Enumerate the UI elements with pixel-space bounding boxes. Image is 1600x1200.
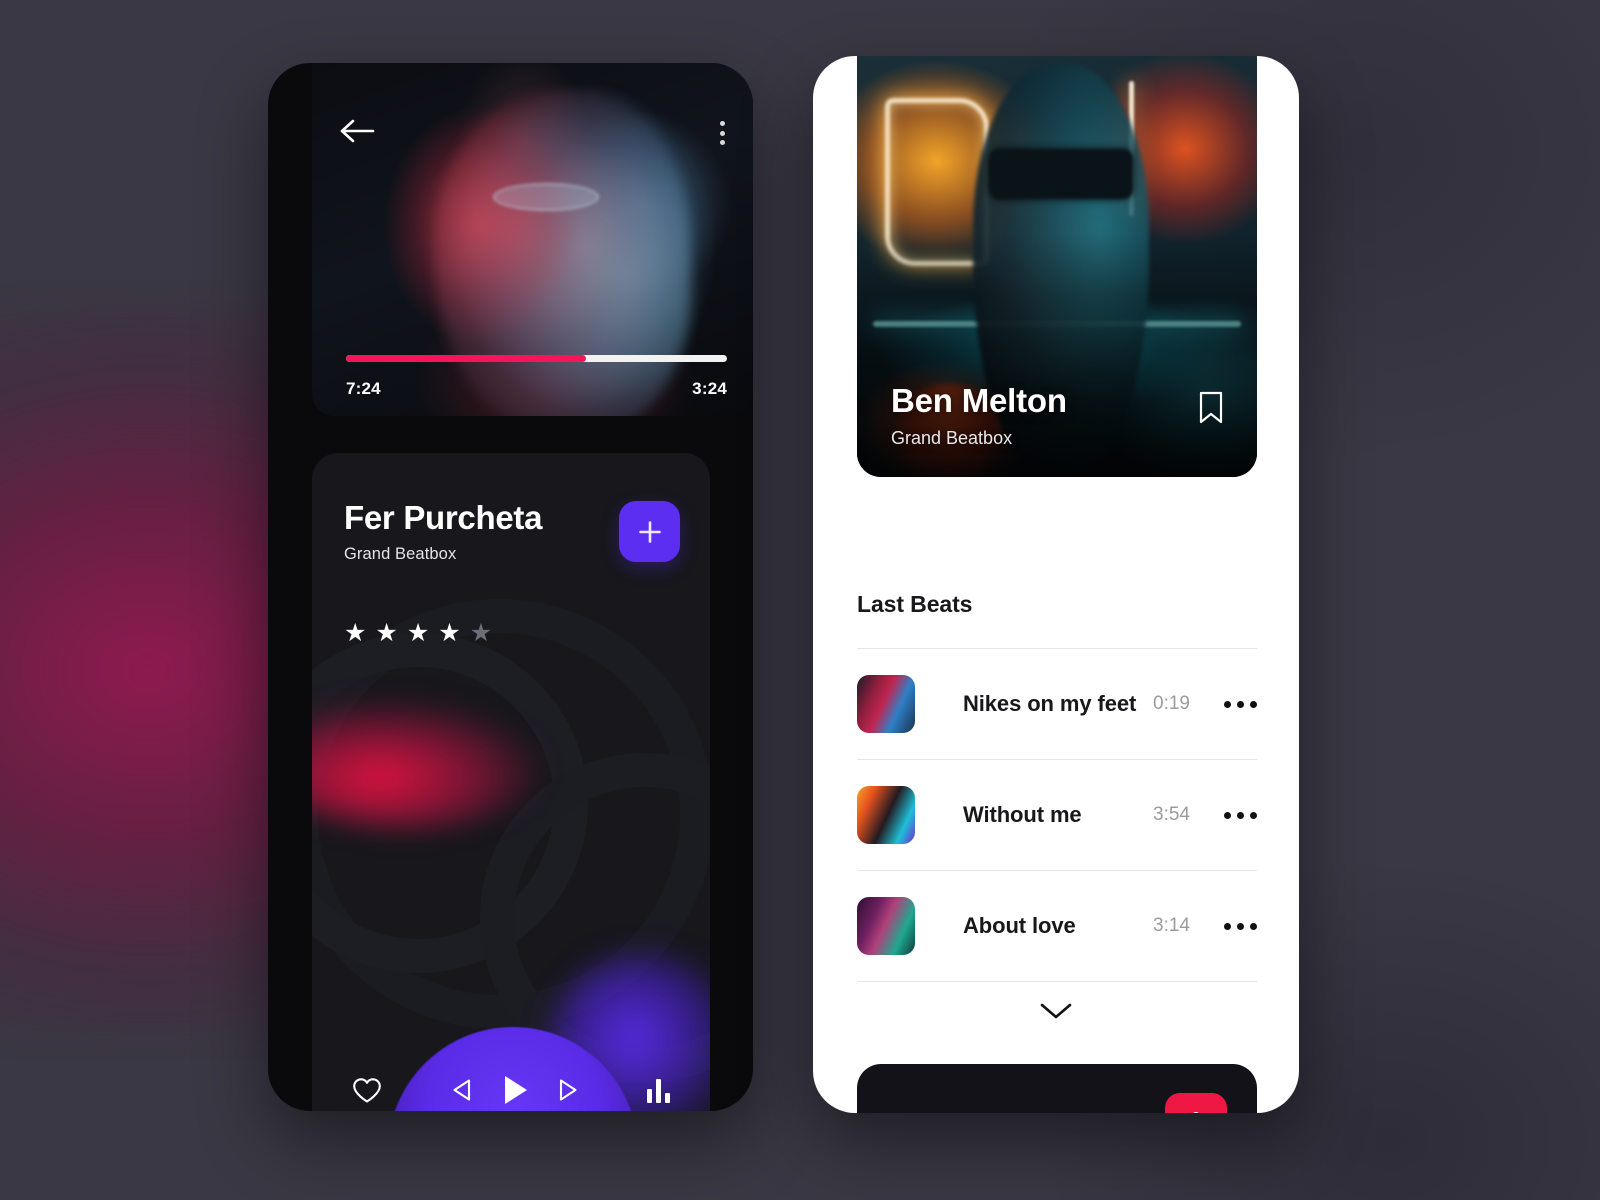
next-button[interactable]	[556, 1077, 580, 1103]
microphone-icon	[1193, 1112, 1199, 1113]
equalizer-bar	[656, 1079, 661, 1103]
equalizer-bar	[647, 1089, 652, 1103]
track-list-item[interactable]: Without me 3:54	[857, 760, 1257, 870]
next-track-icon	[559, 1079, 577, 1101]
more-dot	[1224, 922, 1231, 930]
elapsed-time: 7:24	[346, 379, 381, 398]
artist-hero-card[interactable]: Ben Melton Grand Beatbox	[857, 56, 1257, 477]
track-more-button[interactable]	[1224, 811, 1257, 819]
equalizer-bar	[665, 1093, 670, 1103]
star-filled[interactable]: ★	[375, 621, 397, 646]
back-arrow-icon	[340, 119, 375, 143]
record-bar[interactable]: Record	[857, 1064, 1257, 1113]
chevron-down-icon	[1040, 1003, 1072, 1019]
expand-list-button[interactable]	[813, 1001, 1299, 1021]
track-text-block: Fer Purcheta Grand Beatbox	[344, 499, 543, 564]
video-glasses-detail	[492, 183, 599, 212]
rating-stars[interactable]: ★ ★ ★ ★ ★	[344, 621, 492, 646]
overflow-menu-button[interactable]	[709, 118, 735, 148]
star-filled[interactable]: ★	[344, 621, 366, 646]
star-filled[interactable]: ★	[407, 621, 429, 646]
right-phone-mockup: Ben Melton Grand Beatbox Last Beats Nike…	[813, 56, 1299, 1113]
track-list: Nikes on my feet 0:19 Without me 3:54 Ab…	[857, 648, 1257, 982]
track-duration: 3:14	[1153, 915, 1190, 936]
track-header: Fer Purcheta Grand Beatbox	[344, 499, 680, 564]
track-subtitle: Grand Beatbox	[344, 544, 457, 563]
ring-right	[480, 753, 710, 1083]
playback-progress[interactable]	[346, 355, 727, 362]
kebab-dot	[719, 130, 725, 136]
track-more-button[interactable]	[1224, 922, 1257, 930]
time-row: 7:24 3:24	[346, 379, 727, 399]
record-label: Record	[887, 1111, 962, 1113]
star-filled[interactable]: ★	[438, 621, 460, 646]
track-list-item[interactable]: About love 3:14	[857, 871, 1257, 981]
track-duration: 3:54	[1153, 804, 1190, 825]
more-dot	[1224, 700, 1231, 708]
video-player[interactable]: 7:24 3:24	[312, 63, 753, 416]
previous-track-icon	[452, 1079, 470, 1101]
track-title: Fer Purcheta	[344, 499, 543, 536]
video-artwork	[312, 63, 753, 416]
play-button[interactable]	[500, 1073, 530, 1107]
previous-button[interactable]	[450, 1077, 474, 1103]
track-thumbnail	[857, 675, 915, 733]
heart-icon	[353, 1077, 381, 1103]
add-button[interactable]	[619, 501, 680, 562]
bookmark-icon	[1199, 391, 1223, 424]
hero-text-block: Ben Melton Grand Beatbox	[891, 382, 1067, 449]
player-controls	[312, 1073, 710, 1107]
red-glow	[312, 699, 542, 829]
section-title: Last Beats	[857, 591, 973, 617]
more-dot	[1250, 811, 1257, 819]
left-phone-mockup: 7:24 3:24 Fer Purcheta Grand Beatbox ★ ★…	[268, 63, 753, 1111]
more-dot	[1237, 922, 1244, 930]
ring-inner	[312, 633, 588, 973]
track-info-card: Fer Purcheta Grand Beatbox ★ ★ ★ ★ ★	[312, 453, 710, 1111]
more-dot	[1250, 700, 1257, 708]
artist-name: Ben Melton	[891, 382, 1067, 419]
star-empty[interactable]: ★	[470, 621, 492, 646]
more-dot	[1237, 811, 1244, 819]
more-dot	[1250, 922, 1257, 930]
track-thumbnail	[857, 897, 915, 955]
more-dot	[1237, 700, 1244, 708]
back-button[interactable]	[340, 116, 376, 146]
transport-controls	[450, 1073, 580, 1107]
kebab-dot	[719, 121, 725, 126]
track-name: About love	[963, 913, 1076, 938]
track-duration: 0:19	[1153, 693, 1190, 714]
record-mic-button[interactable]	[1165, 1093, 1227, 1113]
track-more-button[interactable]	[1224, 700, 1257, 708]
video-portrait-silhouette	[435, 91, 692, 416]
track-name: Nikes on my feet	[963, 691, 1137, 716]
total-time: 3:24	[692, 379, 727, 398]
bookmark-button[interactable]	[1197, 390, 1225, 431]
equalizer-button[interactable]	[647, 1077, 670, 1103]
list-divider	[857, 981, 1257, 982]
artist-subtitle: Grand Beatbox	[891, 428, 1013, 448]
track-thumbnail	[857, 786, 915, 844]
ring-outer	[312, 599, 710, 1029]
progress-fill	[346, 355, 587, 362]
plus-icon	[638, 520, 661, 543]
progress-track[interactable]	[346, 355, 727, 362]
track-list-item[interactable]: Nikes on my feet 0:19	[857, 649, 1257, 759]
play-icon	[504, 1076, 527, 1104]
more-dot	[1224, 811, 1231, 819]
kebab-dot	[719, 140, 725, 145]
track-name: Without me	[963, 802, 1082, 827]
like-button[interactable]	[352, 1077, 382, 1104]
